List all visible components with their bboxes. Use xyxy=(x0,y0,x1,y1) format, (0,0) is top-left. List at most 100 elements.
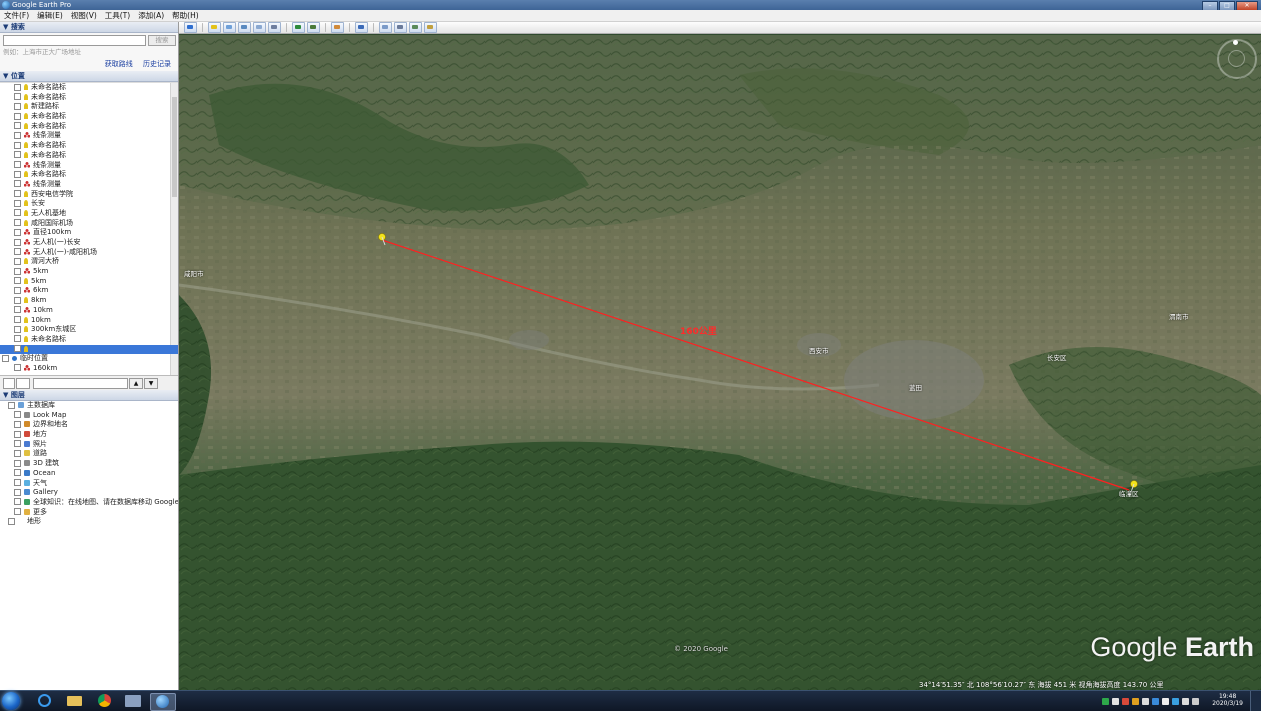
search-button[interactable]: 搜索 xyxy=(148,35,176,46)
visibility-checkbox[interactable] xyxy=(14,83,21,91)
layer-checkbox[interactable] xyxy=(14,479,21,486)
network-icon[interactable] xyxy=(1192,697,1199,705)
places-item[interactable]: 未命名路标 xyxy=(0,170,178,180)
places-item[interactable]: 临时位置 xyxy=(0,354,178,364)
volume-icon[interactable] xyxy=(1182,697,1189,705)
print-icon[interactable] xyxy=(394,22,407,33)
visibility-checkbox[interactable] xyxy=(14,296,21,304)
visibility-checkbox[interactable] xyxy=(14,345,21,353)
places-item[interactable]: 未命名路标 xyxy=(0,112,178,122)
visibility-checkbox[interactable] xyxy=(14,131,21,139)
places-item[interactable]: 10km xyxy=(0,306,178,316)
layer-item[interactable]: Gallery xyxy=(0,488,178,498)
visibility-checkbox[interactable] xyxy=(14,335,21,343)
places-item[interactable]: 未命名路标 xyxy=(0,93,178,103)
visibility-checkbox[interactable] xyxy=(14,180,21,188)
layer-checkbox[interactable] xyxy=(14,488,21,496)
layer-checkbox[interactable] xyxy=(14,498,21,506)
satellite-imagery[interactable] xyxy=(179,35,1261,690)
visibility-checkbox[interactable] xyxy=(14,219,21,227)
places-filter-input[interactable] xyxy=(33,378,128,389)
menu-file[interactable]: 文件(F) xyxy=(0,10,33,21)
visibility-checkbox[interactable] xyxy=(14,112,21,120)
tray-icon[interactable] xyxy=(1102,697,1109,705)
places-item[interactable]: 10km xyxy=(0,316,178,326)
explorer-taskbar-icon[interactable] xyxy=(63,693,87,709)
layer-checkbox[interactable] xyxy=(14,411,21,419)
places-item[interactable]: 线条测量 xyxy=(0,180,178,190)
places-item[interactable]: 8km xyxy=(0,296,178,306)
places-item[interactable]: 无人机(一)长安 xyxy=(0,238,178,248)
layers-panel-header[interactable]: ▼ 图层 xyxy=(0,390,178,401)
layer-checkbox[interactable] xyxy=(14,430,21,438)
search-panel-header[interactable]: ▼ 搜索 xyxy=(0,22,178,33)
tray-icon[interactable] xyxy=(1172,697,1179,705)
historical-imagery-icon[interactable] xyxy=(292,22,305,33)
layer-item[interactable]: 边界和地名 xyxy=(0,420,178,430)
layer-checkbox[interactable] xyxy=(8,517,15,525)
layer-checkbox[interactable] xyxy=(14,440,21,448)
visibility-checkbox[interactable] xyxy=(14,141,21,149)
places-item[interactable]: 线条测量 xyxy=(0,161,178,171)
tray-icon[interactable] xyxy=(1142,697,1149,705)
places-item[interactable]: 6km xyxy=(0,286,178,296)
places-item[interactable]: 新建路标 xyxy=(0,102,178,112)
tray-icon[interactable] xyxy=(1112,697,1119,705)
add-polygon-icon[interactable] xyxy=(223,22,236,33)
move-up-button[interactable]: ▲ xyxy=(129,378,143,389)
visibility-checkbox[interactable] xyxy=(14,325,21,333)
app-taskbar-icon[interactable] xyxy=(121,693,145,709)
start-button[interactable] xyxy=(2,692,20,710)
layer-item[interactable]: 地形 xyxy=(0,517,178,527)
layer-item[interactable]: 3D 建筑 xyxy=(0,459,178,469)
earth-view[interactable]: 160公里 咸阳市 西安市 蓝田 长安区 渭南市 临潼区 © 2020 Goog… xyxy=(179,35,1261,690)
show-desktop-button[interactable] xyxy=(1250,691,1261,711)
ruler-icon[interactable] xyxy=(355,22,368,33)
menu-edit[interactable]: 编辑(E) xyxy=(33,10,67,21)
planets-icon[interactable] xyxy=(331,22,344,33)
menu-help[interactable]: 帮助(H) xyxy=(168,10,203,21)
layer-item[interactable]: Ocean xyxy=(0,469,178,479)
layer-checkbox[interactable] xyxy=(14,459,21,467)
visibility-checkbox[interactable] xyxy=(14,286,21,294)
visibility-checkbox[interactable] xyxy=(14,306,21,314)
move-down-button[interactable]: ▼ xyxy=(144,378,158,389)
places-item[interactable]: 西安电信学院 xyxy=(0,190,178,200)
menu-view[interactable]: 视图(V) xyxy=(67,10,101,21)
visibility-checkbox[interactable] xyxy=(14,228,21,236)
places-item[interactable]: 渭河大桥 xyxy=(0,257,178,267)
places-item[interactable]: 无人机基地 xyxy=(0,209,178,219)
history-link[interactable]: 历史记录 xyxy=(143,60,171,68)
layer-checkbox[interactable] xyxy=(14,508,21,516)
places-item[interactable]: 未命名路标 xyxy=(0,335,178,345)
add-placemark-icon[interactable] xyxy=(208,22,221,33)
search-places-icon[interactable] xyxy=(3,378,15,389)
places-item[interactable]: 直径100km xyxy=(0,228,178,238)
visibility-checkbox[interactable] xyxy=(14,199,21,207)
layer-item[interactable]: 更多 xyxy=(0,508,178,518)
layer-checkbox[interactable] xyxy=(14,449,21,457)
layer-checkbox[interactable] xyxy=(8,401,15,409)
layer-item[interactable]: 主数据库 xyxy=(0,401,178,411)
places-item[interactable]: 5km xyxy=(0,277,178,287)
taskbar-clock[interactable]: 19:48 2020/3/19 xyxy=(1212,693,1243,707)
places-item[interactable]: 未命名路标 xyxy=(0,83,178,93)
layer-item[interactable]: 道路 xyxy=(0,449,178,459)
tray-icon[interactable] xyxy=(1122,697,1129,705)
layer-checkbox[interactable] xyxy=(14,469,21,477)
visibility-checkbox[interactable] xyxy=(14,102,21,110)
get-directions-link[interactable]: 获取路线 xyxy=(105,60,133,68)
visibility-checkbox[interactable] xyxy=(14,161,21,168)
layer-item[interactable]: 全球知识：在线地图、请在数据库移动 Google xyxy=(0,498,178,508)
layer-item[interactable]: 照片 xyxy=(0,440,178,450)
places-item[interactable]: 线条测量 xyxy=(0,131,178,141)
places-item[interactable]: 无人机(一)-咸阳机场 xyxy=(0,248,178,258)
places-item[interactable]: 160km xyxy=(0,364,178,374)
menu-tools[interactable]: 工具(T) xyxy=(101,10,134,21)
places-item[interactable]: 未命名路标 xyxy=(0,122,178,132)
view-in-maps-icon[interactable] xyxy=(424,22,437,33)
visibility-checkbox[interactable] xyxy=(14,122,21,130)
sidebar-toggle-icon[interactable] xyxy=(184,22,197,33)
tray-icon[interactable] xyxy=(1152,697,1159,705)
chrome-taskbar-icon[interactable] xyxy=(93,693,117,709)
